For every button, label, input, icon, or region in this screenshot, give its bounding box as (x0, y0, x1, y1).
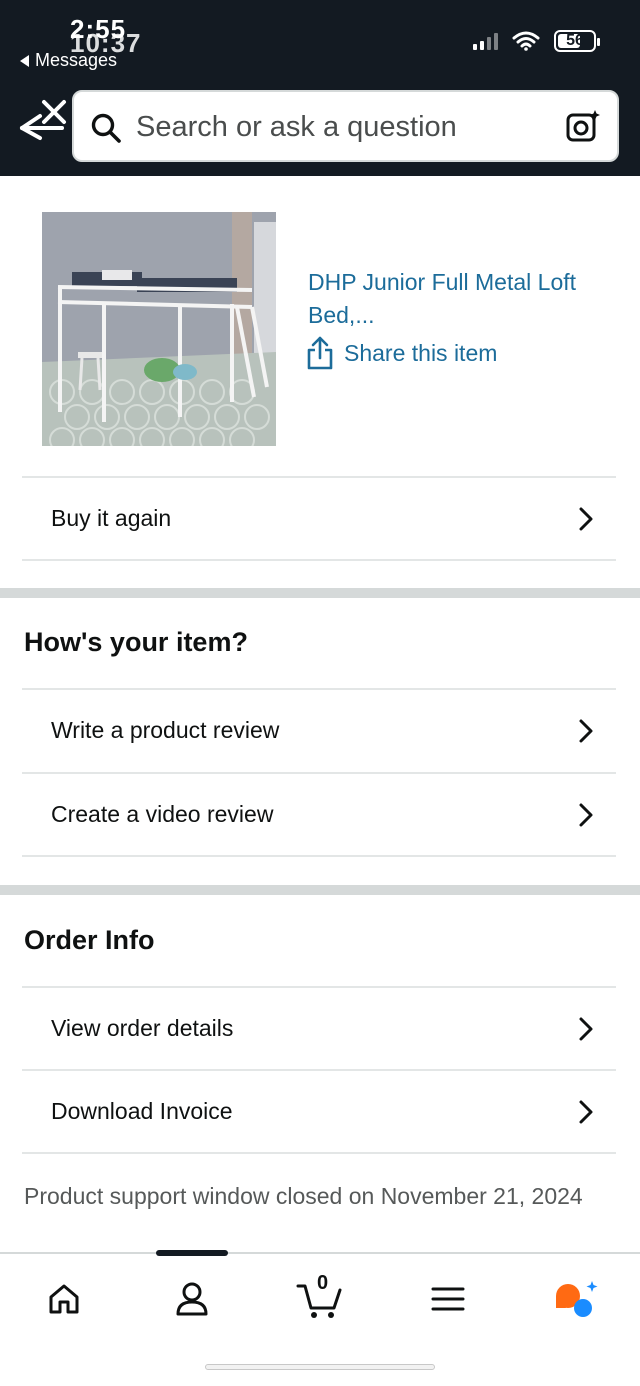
write-review-row[interactable]: Write a product review (22, 689, 616, 771)
back-to-messages-link[interactable]: Messages (20, 50, 117, 71)
nav-home[interactable] (34, 1274, 94, 1324)
nav-cart[interactable]: 0 (290, 1272, 350, 1324)
cellular-signal-icon (473, 32, 498, 50)
chevron-right-icon (579, 1017, 593, 1041)
video-review-row[interactable]: Create a video review (22, 773, 616, 855)
account-icon (176, 1282, 208, 1316)
cart-count: 0 (317, 1272, 329, 1294)
view-order-details-row[interactable]: View order details (22, 987, 616, 1069)
share-item-link[interactable]: Share this item (306, 336, 497, 370)
camera-search-icon[interactable] (565, 108, 601, 144)
divider (22, 1152, 616, 1154)
divider (22, 559, 616, 561)
nav-account[interactable] (162, 1274, 222, 1324)
menu-icon (431, 1287, 465, 1311)
section-separator (0, 885, 640, 895)
status-time: 2:55 10:37 (70, 14, 141, 58)
share-item-label: Share this item (344, 339, 498, 366)
view-order-details-label: View order details (51, 1014, 234, 1041)
product-title-link[interactable]: DHP Junior Full Metal Loft Bed,... (308, 266, 588, 332)
active-tab-indicator (156, 1250, 228, 1256)
write-review-label: Write a product review (51, 716, 280, 743)
wifi-icon (512, 31, 540, 51)
back-to-messages-label: Messages (35, 50, 118, 70)
nav-rufus[interactable] (546, 1274, 606, 1324)
battery-level: 56 (566, 32, 584, 49)
rufus-assistant-icon (556, 1281, 598, 1317)
download-invoice-row[interactable]: Download Invoice (22, 1070, 616, 1152)
close-back-icon[interactable] (18, 98, 68, 148)
home-indicator-bar (205, 1364, 435, 1370)
share-icon (307, 336, 333, 370)
battery-icon: 56 (554, 30, 600, 52)
search-input[interactable] (136, 102, 536, 152)
chevron-right-icon (579, 719, 593, 743)
support-window-note: Product support window closed on Novembe… (24, 1183, 583, 1209)
chevron-right-icon (579, 803, 593, 827)
home-icon (49, 1284, 79, 1314)
product-image[interactable] (42, 212, 276, 446)
section-separator (0, 588, 640, 598)
buy-again-row[interactable]: Buy it again (22, 477, 616, 559)
search-icon (91, 113, 121, 143)
bottom-navigation: 0 (0, 1250, 640, 1386)
nav-menu[interactable] (418, 1274, 478, 1324)
video-review-label: Create a video review (51, 800, 274, 827)
buy-again-label: Buy it again (51, 504, 172, 531)
divider (22, 855, 616, 857)
status-icons: 56 (473, 30, 600, 52)
order-section-title: Order Info (24, 925, 155, 955)
chevron-right-icon (579, 507, 593, 531)
back-triangle-icon (20, 54, 29, 67)
review-section-title: How's your item? (24, 627, 248, 657)
download-invoice-label: Download Invoice (51, 1097, 233, 1124)
top-header: 2:55 10:37 Messages 56 (0, 0, 640, 176)
search-bar[interactable] (72, 90, 619, 162)
chevron-right-icon (579, 1100, 593, 1124)
